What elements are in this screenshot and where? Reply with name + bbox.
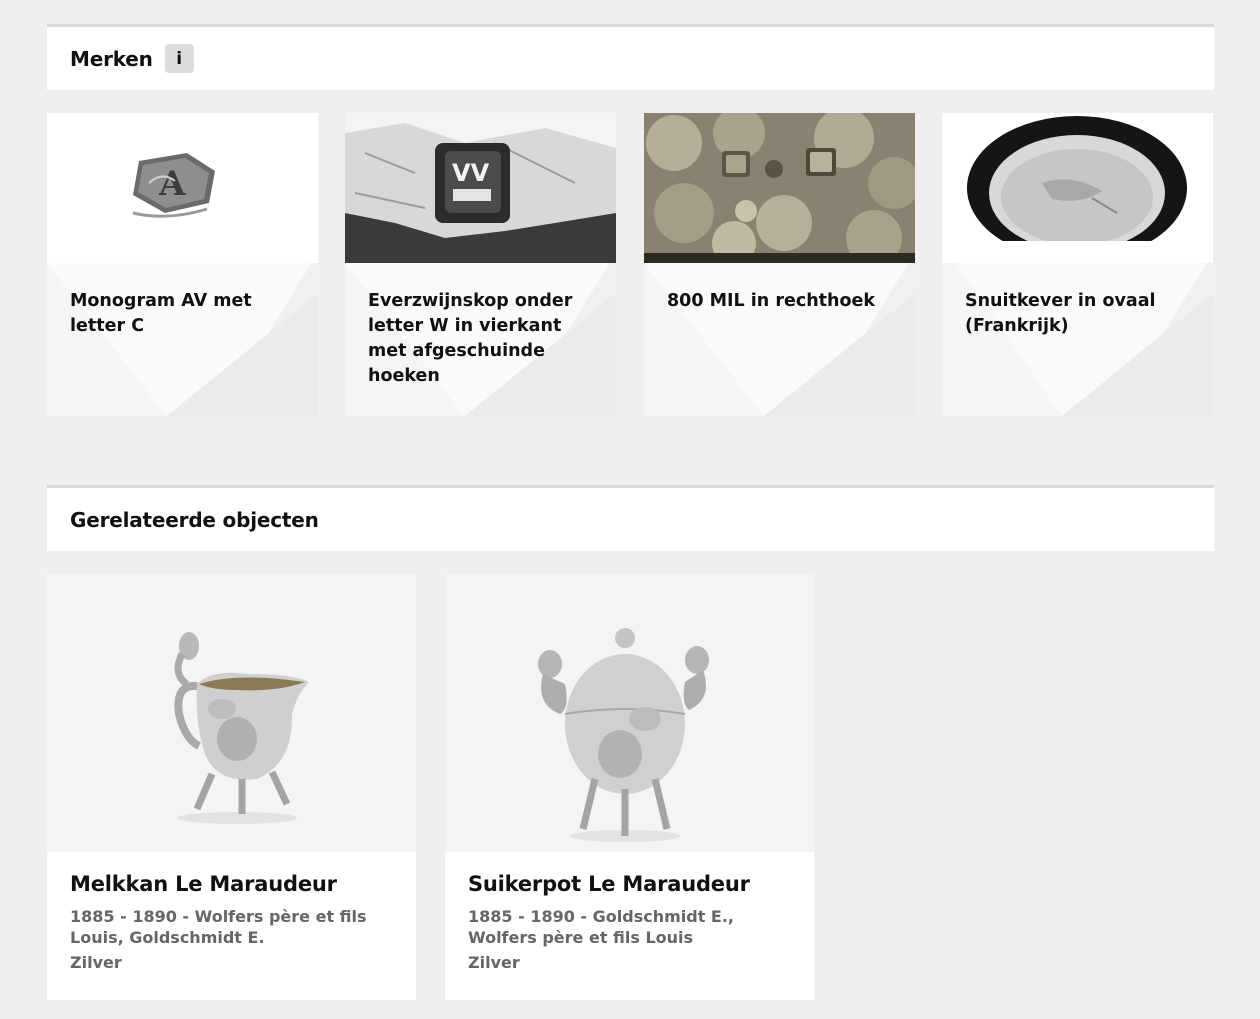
object-card-melkkan[interactable]: Melkkan Le Maraudeur 1885 - 1890 - Wolfe… xyxy=(47,574,416,1000)
object-meta: 1885 - 1890 - Goldschmidt E., Wolfers pè… xyxy=(468,907,734,947)
marks-section-header: Merken i xyxy=(47,24,1214,90)
object-image-melkkan xyxy=(47,574,416,852)
object-title[interactable]: Suikerpot Le Maraudeur xyxy=(468,872,802,896)
info-icon[interactable]: i xyxy=(164,44,194,73)
mark-label: Monogram AV met letter C xyxy=(70,291,252,336)
mark-image-800-mil xyxy=(644,113,915,263)
object-card-suikerpot[interactable]: Suikerpot Le Maraudeur 1885 - 1890 - Gol… xyxy=(445,574,814,1000)
mark-card-boar[interactable]: VV Everzwijnskop onder letter W in vierk… xyxy=(345,113,616,416)
svg-text:VV: VV xyxy=(452,159,490,187)
object-material: Zilver xyxy=(70,953,122,972)
mark-label: Snuitkever in ovaal (Frankrijk) xyxy=(965,291,1156,336)
mark-card-snuitkever[interactable]: Snuitkever in ovaal (Frankrijk) xyxy=(942,113,1213,416)
svg-text:A: A xyxy=(158,164,186,204)
mark-card-monogram[interactable]: A Monogram AV met letter C xyxy=(47,113,318,416)
mark-image-snuitkever xyxy=(942,113,1213,263)
mark-card-800-mil[interactable]: 800 MIL in rechthoek xyxy=(644,113,915,416)
mark-label: Everzwijnskop onder letter W in vierkant… xyxy=(368,291,573,386)
object-title[interactable]: Melkkan Le Maraudeur xyxy=(70,872,404,896)
related-section-header: Gerelateerde objecten xyxy=(47,485,1214,551)
object-image-suikerpot xyxy=(445,574,814,852)
page: Merken i A Monogram AV met letter C VV E… xyxy=(0,0,1260,1019)
related-section-title: Gerelateerde objecten xyxy=(70,507,319,532)
object-meta: 1885 - 1890 - Wolfers père et fils Louis… xyxy=(70,907,367,947)
mark-label: 800 MIL in rechthoek xyxy=(667,291,876,311)
object-material: Zilver xyxy=(468,953,520,972)
marks-section-title: Merken xyxy=(70,46,153,71)
mark-image-boar: VV xyxy=(345,113,616,263)
mark-image-monogram: A xyxy=(47,113,318,263)
